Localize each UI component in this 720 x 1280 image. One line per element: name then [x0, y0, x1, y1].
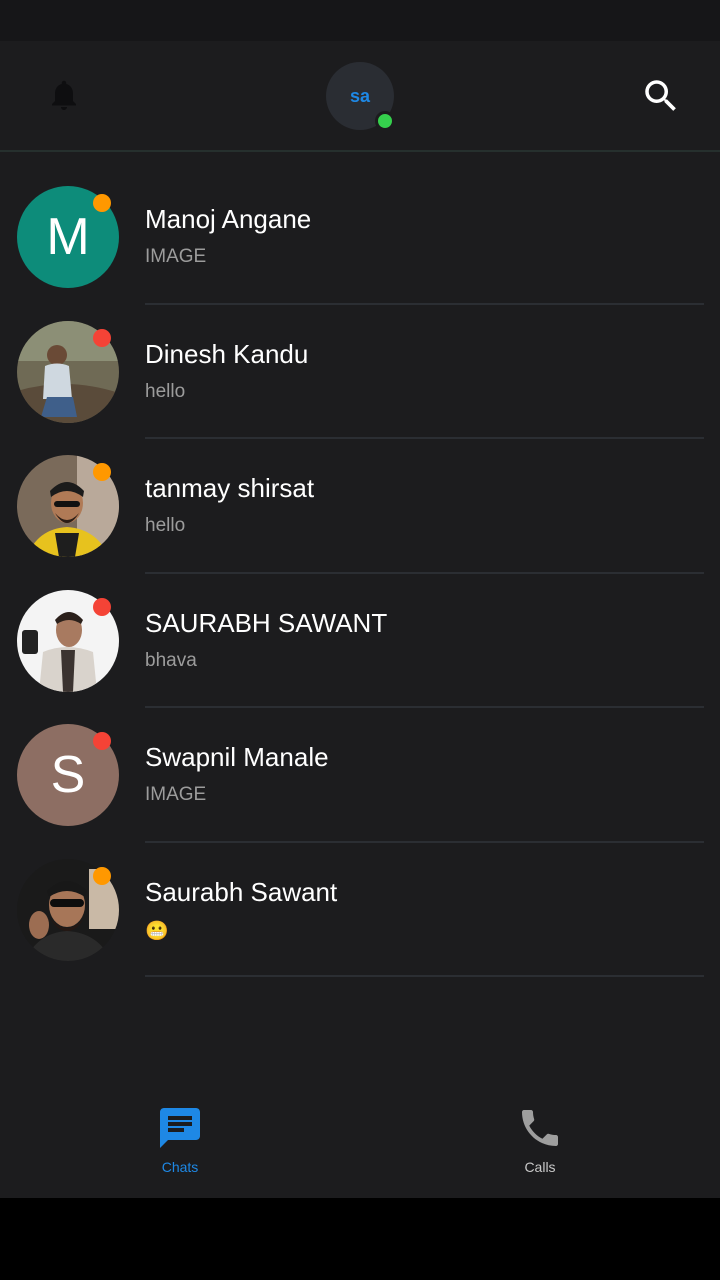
status-dot: [93, 732, 111, 750]
contact-name: SAURABH SAWANT: [145, 607, 388, 638]
divider: [145, 975, 704, 977]
avatar-letter: S: [50, 746, 86, 804]
bottom-navigation: Chats Calls: [0, 1088, 720, 1198]
last-message: IMAGE: [145, 784, 207, 805]
chat-item[interactable]: Dinesh Kandu hello: [0, 287, 720, 439]
avatar-letter: M: [46, 208, 90, 266]
nav-tab-chats[interactable]: Chats: [120, 1104, 240, 1184]
nav-calls-label: Calls: [524, 1159, 556, 1175]
chat-item[interactable]: M Manoj Angane IMAGE: [0, 152, 720, 305]
chat-item[interactable]: tanmay shirsat hello: [0, 421, 720, 574]
contact-name: tanmay shirsat: [145, 473, 315, 503]
last-message: bhava: [145, 649, 197, 671]
chat-item[interactable]: S Swapnil Manale IMAGE: [0, 690, 720, 843]
last-message: IMAGE: [145, 246, 207, 267]
chat-item[interactable]: SAURABH SAWANT bhava: [0, 556, 720, 708]
bell-icon[interactable]: [46, 77, 82, 113]
chat-list: M Manoj Angane IMAGE Dinesh Kandu hello: [0, 152, 720, 977]
nav-chats-label: Chats: [161, 1159, 199, 1175]
online-status-dot: [375, 111, 395, 131]
profile-initials: sa: [349, 85, 371, 106]
chat-item[interactable]: Saurabh Sawant 😬: [0, 825, 720, 977]
profile-avatar[interactable]: sa: [326, 62, 395, 131]
contact-name: Saurabh Sawant: [145, 876, 338, 907]
contact-name: Manoj Angane: [145, 204, 312, 234]
status-dot: [93, 597, 111, 616]
status-dot: [93, 463, 111, 481]
phone-icon: [522, 1110, 558, 1146]
last-message: 😬: [145, 920, 169, 942]
status-dot: [93, 328, 111, 347]
status-dot: [93, 194, 111, 212]
contact-name: Dinesh Kandu: [145, 338, 309, 369]
status-bar: [0, 0, 720, 41]
contact-name: Swapnil Manale: [145, 742, 329, 772]
top-app-bar: sa: [0, 41, 720, 152]
last-message: hello: [145, 380, 186, 402]
last-message: hello: [145, 515, 186, 536]
status-dot: [93, 866, 111, 885]
chat-icon: [160, 1108, 200, 1148]
nav-tab-calls[interactable]: Calls: [480, 1104, 600, 1184]
search-icon[interactable]: [640, 75, 682, 117]
system-navigation-bar: [0, 1198, 720, 1280]
